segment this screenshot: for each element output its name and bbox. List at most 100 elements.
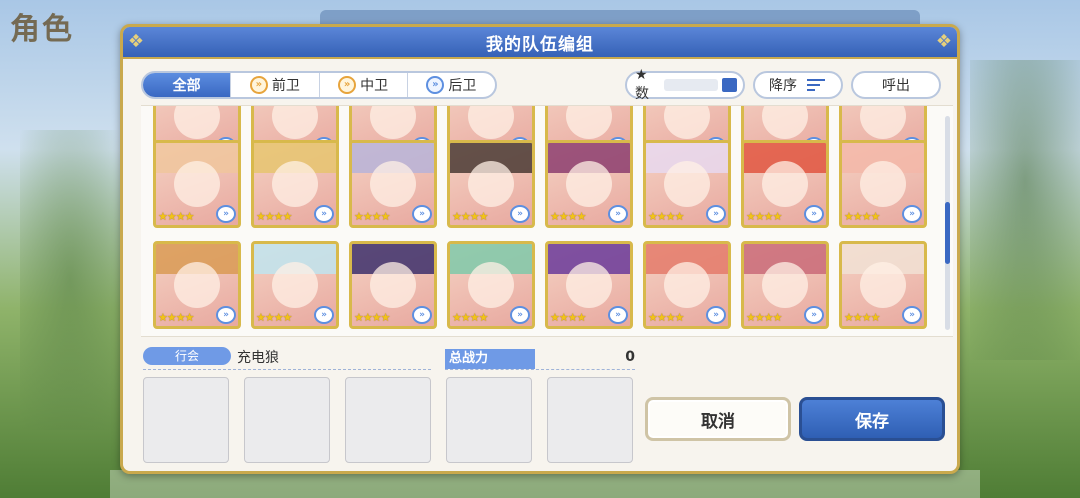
role-chevron-icon: » (412, 205, 432, 223)
roster-row: ★★★★ » ★★★★ » ★★★★ » ★★★★ » ★★★★ » ★★★★ » ★★★★ » ★★★★ » (153, 140, 927, 228)
character-card[interactable]: ★★★★ » (153, 140, 241, 228)
divider (143, 369, 431, 370)
star-rating: ★★★★ (158, 311, 194, 324)
character-card[interactable]: ★★★★ » (447, 140, 535, 228)
character-card[interactable]: ★★★★ » (741, 140, 829, 228)
callout-label: 呼出 (882, 78, 910, 94)
role-chevron-icon: » (216, 306, 236, 324)
character-face (566, 161, 612, 207)
guild-label: 行会 (143, 347, 231, 365)
character-card[interactable]: ★★★★ » (839, 241, 927, 329)
character-face (566, 106, 612, 139)
team-slot-5[interactable] (547, 377, 633, 463)
ornament-icon: ❖ (935, 31, 953, 52)
position-filter-tabs: 全部 » 前卫 » 中卫 » 后卫 (141, 71, 497, 99)
ornament-icon: ❖ (127, 31, 145, 52)
team-slot-4[interactable] (446, 377, 532, 463)
role-chevron-icon: » (608, 205, 628, 223)
character-face (272, 262, 318, 308)
role-chevron-icon: » (314, 205, 334, 223)
background-screen-title: 角色 (10, 12, 74, 47)
sort-label: 降序 (769, 78, 797, 94)
character-card[interactable]: ★★★★ » (643, 140, 731, 228)
callout-button[interactable]: 呼出 (851, 71, 941, 99)
star-count-filter[interactable]: ★数 (625, 67, 745, 102)
team-slot-3[interactable] (345, 377, 431, 463)
dialog-title: 我的队伍编组 (486, 34, 594, 55)
role-chevron-icon: » (510, 205, 530, 223)
character-face (468, 262, 514, 308)
role-chevron-icon: » (608, 306, 628, 324)
character-face (468, 106, 514, 139)
tab-middle[interactable]: » 中卫 (320, 73, 408, 97)
character-card[interactable]: ★★★★ » (839, 140, 927, 228)
tab-front[interactable]: » 前卫 (231, 73, 320, 97)
role-chevron-icon: » (412, 306, 432, 324)
team-edit-dialog: ❖ 我的队伍编组 ❖ 全部 » 前卫 » 中卫 » 后卫 ★数 降序 呼出 ★★… (120, 24, 960, 474)
character-roster[interactable]: ★★★★ » ★★★★ » ★★★★ » ★★★★ » ★★★★ » ★★★★ » ★★★★ » ★★★★ »… (141, 105, 953, 337)
guild-name: 充电狼 (237, 350, 279, 366)
roster-scrollbar[interactable] (945, 116, 950, 330)
background-scenery-right (970, 60, 1080, 360)
tab-all-label: 全部 (172, 78, 201, 94)
role-chevron-icon: » (804, 306, 824, 324)
character-face (860, 161, 906, 207)
star-count-label: ★数 (635, 67, 649, 102)
character-face (174, 262, 220, 308)
roster-row: ★★★★ » ★★★★ » ★★★★ » ★★★★ » ★★★★ » ★★★★ » ★★★★ » ★★★★ » (153, 241, 927, 329)
star-rating: ★★★★ (648, 210, 684, 223)
character-face (762, 262, 808, 308)
window-icon (721, 78, 737, 92)
chevron-right-icon: » (338, 76, 357, 94)
save-button[interactable]: 保存 (799, 397, 945, 441)
character-face (566, 262, 612, 308)
cancel-label: 取消 (701, 411, 735, 432)
star-rating: ★★★★ (746, 311, 782, 324)
star-rating: ★★★★ (746, 210, 782, 223)
character-face (174, 106, 220, 139)
tab-all[interactable]: 全部 (143, 73, 232, 97)
team-slot-1[interactable] (143, 377, 229, 463)
cancel-button[interactable]: 取消 (645, 397, 791, 441)
character-card[interactable]: ★★★★ » (349, 241, 437, 329)
star-rating: ★★★★ (550, 311, 586, 324)
character-face (370, 262, 416, 308)
role-chevron-icon: » (902, 205, 922, 223)
role-chevron-icon: » (706, 306, 726, 324)
role-chevron-icon: » (314, 306, 334, 324)
star-rating: ★★★★ (354, 311, 390, 324)
character-card[interactable]: ★★★★ » (251, 140, 339, 228)
scrollbar-thumb[interactable] (945, 202, 950, 264)
character-card[interactable]: ★★★★ » (545, 140, 633, 228)
star-rating: ★★★★ (452, 311, 488, 324)
character-face (272, 106, 318, 139)
character-card[interactable]: ★★★★ » (447, 241, 535, 329)
sort-icon (807, 79, 825, 91)
sort-order-button[interactable]: 降序 (753, 71, 843, 99)
character-face (762, 161, 808, 207)
total-power-label: 总战力 (445, 349, 535, 369)
total-power-value: 0 (625, 349, 635, 365)
role-chevron-icon: » (216, 205, 236, 223)
character-face (370, 161, 416, 207)
character-face (762, 106, 808, 139)
star-rating: ★★★★ (844, 311, 880, 324)
character-card[interactable]: ★★★★ » (545, 241, 633, 329)
character-face (664, 161, 710, 207)
character-card[interactable]: ★★★★ » (643, 241, 731, 329)
character-card[interactable]: ★★★★ » (153, 241, 241, 329)
dialog-titlebar: ❖ 我的队伍编组 ❖ (123, 27, 957, 59)
character-card[interactable]: ★★★★ » (741, 241, 829, 329)
team-slot-2[interactable] (244, 377, 330, 463)
filter-value-placeholder (664, 79, 718, 91)
chevron-right-icon: » (249, 76, 268, 94)
role-chevron-icon: » (706, 205, 726, 223)
character-face (664, 262, 710, 308)
tab-back-label: 后卫 (448, 78, 477, 94)
character-card[interactable]: ★★★★ » (251, 241, 339, 329)
character-card[interactable]: ★★★★ » (349, 140, 437, 228)
character-face (272, 161, 318, 207)
star-rating: ★★★★ (158, 210, 194, 223)
tab-back[interactable]: » 后卫 (408, 73, 495, 97)
role-chevron-icon: » (902, 306, 922, 324)
